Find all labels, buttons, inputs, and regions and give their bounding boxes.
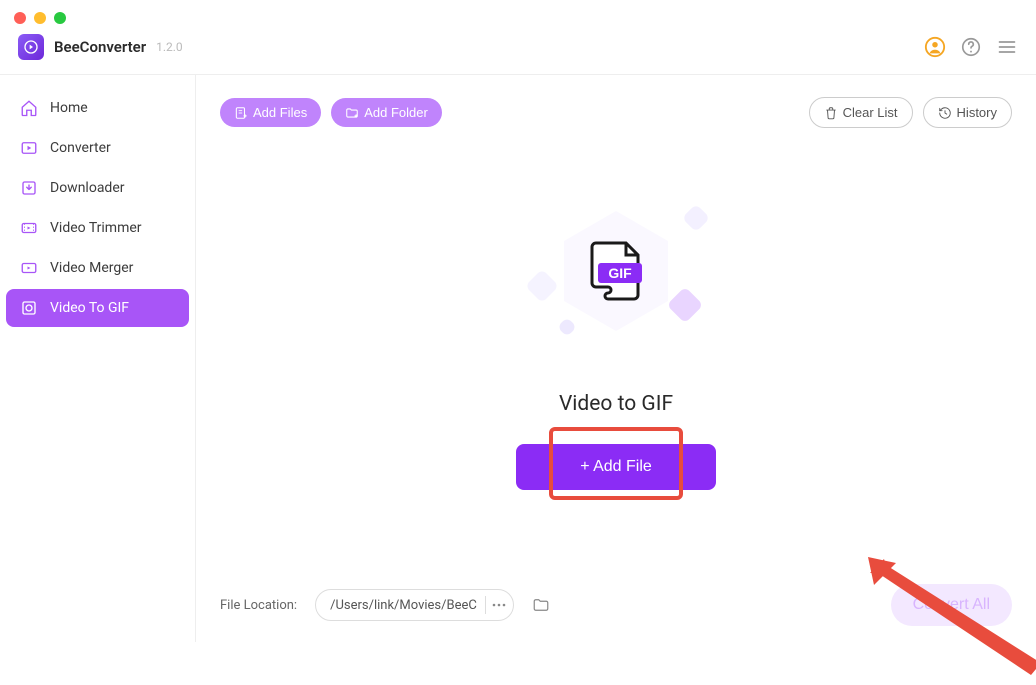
add-files-label: Add Files: [253, 105, 307, 120]
add-folder-label: Add Folder: [364, 105, 428, 120]
sidebar-item-label: Converter: [50, 140, 111, 156]
add-files-button[interactable]: Add Files: [220, 98, 321, 127]
sidebar-item-label: Video To GIF: [50, 300, 129, 316]
sidebar-item-label: Home: [50, 100, 88, 116]
menu-icon[interactable]: [996, 36, 1018, 58]
history-button[interactable]: History: [923, 97, 1012, 128]
toolbar: Add Files Add Folder Clear List History: [196, 75, 1036, 150]
home-icon: [20, 99, 38, 117]
window-maximize-button[interactable]: [54, 12, 66, 24]
add-file-button[interactable]: + Add File: [516, 444, 716, 490]
app-name: BeeConverter: [54, 38, 146, 56]
sidebar-item-label: Video Trimmer: [50, 220, 142, 236]
main-content: Add Files Add Folder Clear List History: [196, 75, 1036, 642]
path-more-icon[interactable]: [485, 596, 507, 614]
footer-bar: File Location: /Users/link/Movies/BeeC C…: [196, 568, 1036, 642]
window-controls: [0, 0, 1036, 32]
sidebar-item-label: Video Merger: [50, 260, 133, 276]
sidebar-item-downloader[interactable]: Downloader: [6, 169, 189, 207]
window-close-button[interactable]: [14, 12, 26, 24]
help-icon[interactable]: [960, 36, 982, 58]
gif-icon: [20, 299, 38, 317]
app-version: 1.2.0: [156, 40, 183, 54]
gif-badge-text: GIF: [608, 265, 632, 281]
sidebar: Home Converter Downloader Video Trimmer …: [0, 75, 196, 642]
empty-state-hero: GIF Video to GIF + Add File: [196, 150, 1036, 568]
clear-list-label: Clear List: [843, 105, 898, 120]
history-label: History: [957, 105, 997, 120]
merger-icon: [20, 259, 38, 277]
clear-list-button[interactable]: Clear List: [809, 97, 913, 128]
sidebar-item-home[interactable]: Home: [6, 89, 189, 127]
download-icon: [20, 179, 38, 197]
path-text: /Users/link/Movies/BeeC: [330, 598, 477, 613]
sidebar-item-label: Downloader: [50, 180, 125, 196]
file-location-label: File Location:: [220, 598, 297, 613]
gif-illustration: GIF: [516, 188, 716, 368]
open-folder-icon[interactable]: [532, 596, 550, 614]
sidebar-item-merger[interactable]: Video Merger: [6, 249, 189, 287]
sidebar-item-video-to-gif[interactable]: Video To GIF: [6, 289, 189, 327]
hero-title: Video to GIF: [559, 392, 673, 416]
user-icon[interactable]: [924, 36, 946, 58]
add-folder-button[interactable]: Add Folder: [331, 98, 442, 127]
app-header: BeeConverter 1.2.0: [0, 32, 1036, 75]
sidebar-item-converter[interactable]: Converter: [6, 129, 189, 167]
app-logo-icon: [18, 34, 44, 60]
convert-all-button[interactable]: Convert All: [891, 584, 1012, 626]
window-minimize-button[interactable]: [34, 12, 46, 24]
converter-icon: [20, 139, 38, 157]
file-location-path[interactable]: /Users/link/Movies/BeeC: [315, 589, 514, 621]
sidebar-item-trimmer[interactable]: Video Trimmer: [6, 209, 189, 247]
trimmer-icon: [20, 219, 38, 237]
